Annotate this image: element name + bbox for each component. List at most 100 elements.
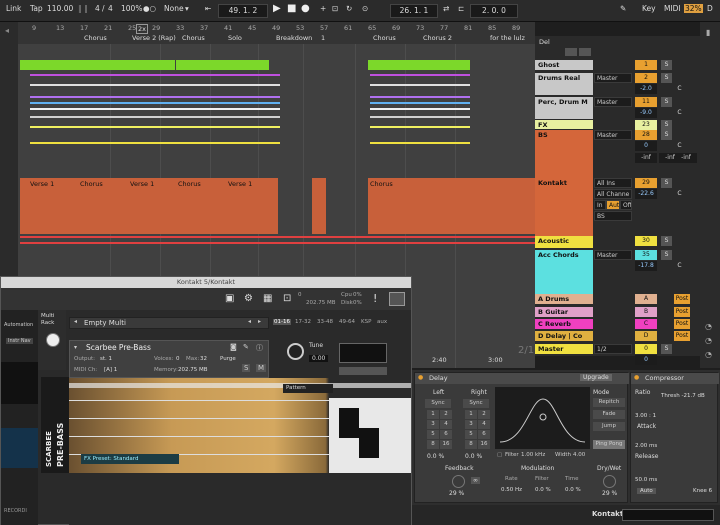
- drywet-value[interactable]: 29 %: [602, 490, 617, 497]
- track-volume[interactable]: 0: [635, 355, 657, 365]
- kontakt-titlebar[interactable]: Kontakt 5/Kontakt: [1, 277, 411, 288]
- record-icon[interactable]: ●: [301, 3, 310, 14]
- threshold-value[interactable]: Thresh -21.7 dB: [661, 393, 705, 399]
- right-beat-button[interactable]: 3: [465, 420, 477, 429]
- left-beat-button[interactable]: 3: [427, 420, 439, 429]
- io-toggle-icon[interactable]: ◔: [705, 322, 712, 331]
- overview-icon[interactable]: ▮: [706, 28, 710, 37]
- browser-toggle-icon[interactable]: ◂: [5, 26, 9, 35]
- filter-freq[interactable]: 1.00 kHz: [521, 452, 545, 458]
- right-offset[interactable]: 0.0 %: [465, 453, 482, 460]
- locator-marker[interactable]: Chorus: [373, 34, 396, 42]
- zoom-field[interactable]: 100%: [121, 4, 142, 13]
- save-icon[interactable]: ▣: [225, 293, 234, 304]
- right-beat-button[interactable]: 4: [478, 420, 490, 429]
- locator-marker[interactable]: Solo: [228, 34, 242, 42]
- quantize-select[interactable]: None: [164, 4, 184, 13]
- quantize-chevron-icon[interactable]: ▾: [185, 4, 189, 13]
- rack-page-tab[interactable]: 17-32: [295, 319, 311, 325]
- width-value[interactable]: 4.00: [573, 452, 585, 458]
- gear-icon[interactable]: ⚙: [244, 293, 253, 304]
- left-beat-button[interactable]: 5: [427, 430, 439, 439]
- multi-menu-icon[interactable]: ◂: [74, 318, 77, 325]
- delay-mode-button[interactable]: Repitch: [593, 398, 625, 407]
- instrument-collapse-icon[interactable]: ▾: [74, 344, 77, 351]
- right-beat-button[interactable]: 2: [478, 410, 490, 419]
- punch-icon[interactable]: ↻: [346, 4, 352, 13]
- browser-icon[interactable]: ⊡: [283, 293, 291, 304]
- play-icon[interactable]: ▶: [273, 3, 281, 14]
- instrument-wrench-icon[interactable]: ✎: [243, 343, 249, 351]
- mod-filter-value[interactable]: 0.0 %: [535, 487, 551, 493]
- locator-marker[interactable]: Chorus: [182, 34, 205, 42]
- freeze-icon[interactable]: ∞: [471, 477, 480, 484]
- locator-marker[interactable]: Breakdown: [276, 34, 312, 42]
- right-beat-button[interactable]: 8: [465, 440, 477, 449]
- locator-marker[interactable]: Verse 2 (Rap): [132, 34, 176, 42]
- loop-icon[interactable]: ⇄: [443, 4, 449, 13]
- rack-page-tab[interactable]: aux: [377, 319, 387, 325]
- left-beat-button[interactable]: 4: [440, 420, 452, 429]
- multi-prev-icon[interactable]: ◂: [248, 318, 251, 325]
- tap-button[interactable]: Tap: [30, 4, 43, 13]
- status-overview[interactable]: [622, 509, 714, 521]
- pattern-select[interactable]: Pattern: [283, 384, 333, 393]
- rack-page-tab[interactable]: 33-48: [317, 319, 333, 325]
- tune-knob[interactable]: [287, 343, 304, 360]
- multi-selector[interactable]: ◂ Empty Multi ◂ ▸: [69, 317, 269, 329]
- rack-view-icon[interactable]: ▦: [263, 293, 272, 304]
- sig-num[interactable]: 4: [95, 4, 100, 13]
- follow-icon[interactable]: ⇤: [205, 4, 211, 13]
- automation-tab[interactable]: Automation: [4, 322, 33, 328]
- left-beat-button[interactable]: 16: [440, 440, 452, 449]
- ratio-value[interactable]: 3.00 : 1: [635, 413, 656, 419]
- rack-page-tab[interactable]: KSP: [361, 319, 371, 325]
- feedback-value[interactable]: 29 %: [449, 490, 464, 497]
- locator-marker[interactable]: Chorus 2: [423, 34, 452, 42]
- compressor-power-icon[interactable]: ●: [634, 374, 639, 381]
- instrument-icon[interactable]: [46, 333, 60, 347]
- expand-icon[interactable]: [579, 48, 591, 56]
- filter-display[interactable]: [495, 387, 590, 449]
- loop-badge[interactable]: 2x: [136, 24, 148, 34]
- rack-page-tab[interactable]: 01-16: [273, 319, 291, 325]
- fold-icon[interactable]: [565, 48, 577, 56]
- locator-marker[interactable]: 1: [321, 34, 325, 42]
- tempo-nudge-icon[interactable]: ‖ ‖: [78, 4, 88, 13]
- pan-slider[interactable]: [339, 367, 387, 375]
- right-beat-button[interactable]: 6: [478, 430, 490, 439]
- delay-power-icon[interactable]: ●: [418, 374, 423, 381]
- sig-den[interactable]: 4: [108, 4, 113, 13]
- rack-page-tab[interactable]: 49-64: [339, 319, 355, 325]
- draw-mode-icon[interactable]: ✎: [620, 4, 626, 13]
- warning-icon[interactable]: !: [373, 292, 377, 305]
- solo-button[interactable]: S: [242, 364, 251, 372]
- filter-toggle-icon[interactable]: ▢: [497, 452, 502, 458]
- sends-toggle-icon[interactable]: ◔: [705, 336, 712, 345]
- returns-toggle-icon[interactable]: ◔: [705, 350, 712, 359]
- left-beat-button[interactable]: 8: [427, 440, 439, 449]
- camera-icon[interactable]: ◙: [230, 343, 237, 351]
- delay-mode-button[interactable]: Jump: [593, 422, 625, 431]
- max-value[interactable]: 32: [200, 356, 207, 362]
- rate-value[interactable]: 0.50 Hz: [501, 487, 522, 493]
- fx-preset-select[interactable]: FX Preset: Standard: [81, 454, 179, 464]
- session-record-icon[interactable]: ⊙: [362, 4, 368, 13]
- tempo-field[interactable]: 110.00: [47, 4, 73, 13]
- upgrade-button[interactable]: Upgrade: [580, 374, 612, 381]
- left-beat-button[interactable]: 2: [440, 410, 452, 419]
- overdub-icon[interactable]: +: [320, 4, 326, 13]
- right-beat-button[interactable]: 16: [478, 440, 490, 449]
- purge-menu[interactable]: Purge: [220, 356, 236, 362]
- delay-mode-button[interactable]: Ping Pong: [593, 440, 625, 449]
- knee-value[interactable]: Knee 6: [693, 488, 712, 494]
- key-map-button[interactable]: Key: [642, 4, 656, 13]
- link-button[interactable]: Link: [6, 4, 21, 13]
- right-beat-button[interactable]: 1: [465, 410, 477, 419]
- metronome-icon[interactable]: ●○: [143, 4, 156, 13]
- tune-value[interactable]: 0.00: [309, 355, 329, 362]
- midi-map-button[interactable]: MIDI: [664, 4, 681, 13]
- feedback-knob[interactable]: [452, 475, 465, 488]
- timeline-ruler[interactable]: 9 13 17 21 25 29 33 37 41 45 49 53 57 61 65 69 73 77 81 85 8…: [18, 22, 535, 44]
- left-beat-button[interactable]: 1: [427, 410, 439, 419]
